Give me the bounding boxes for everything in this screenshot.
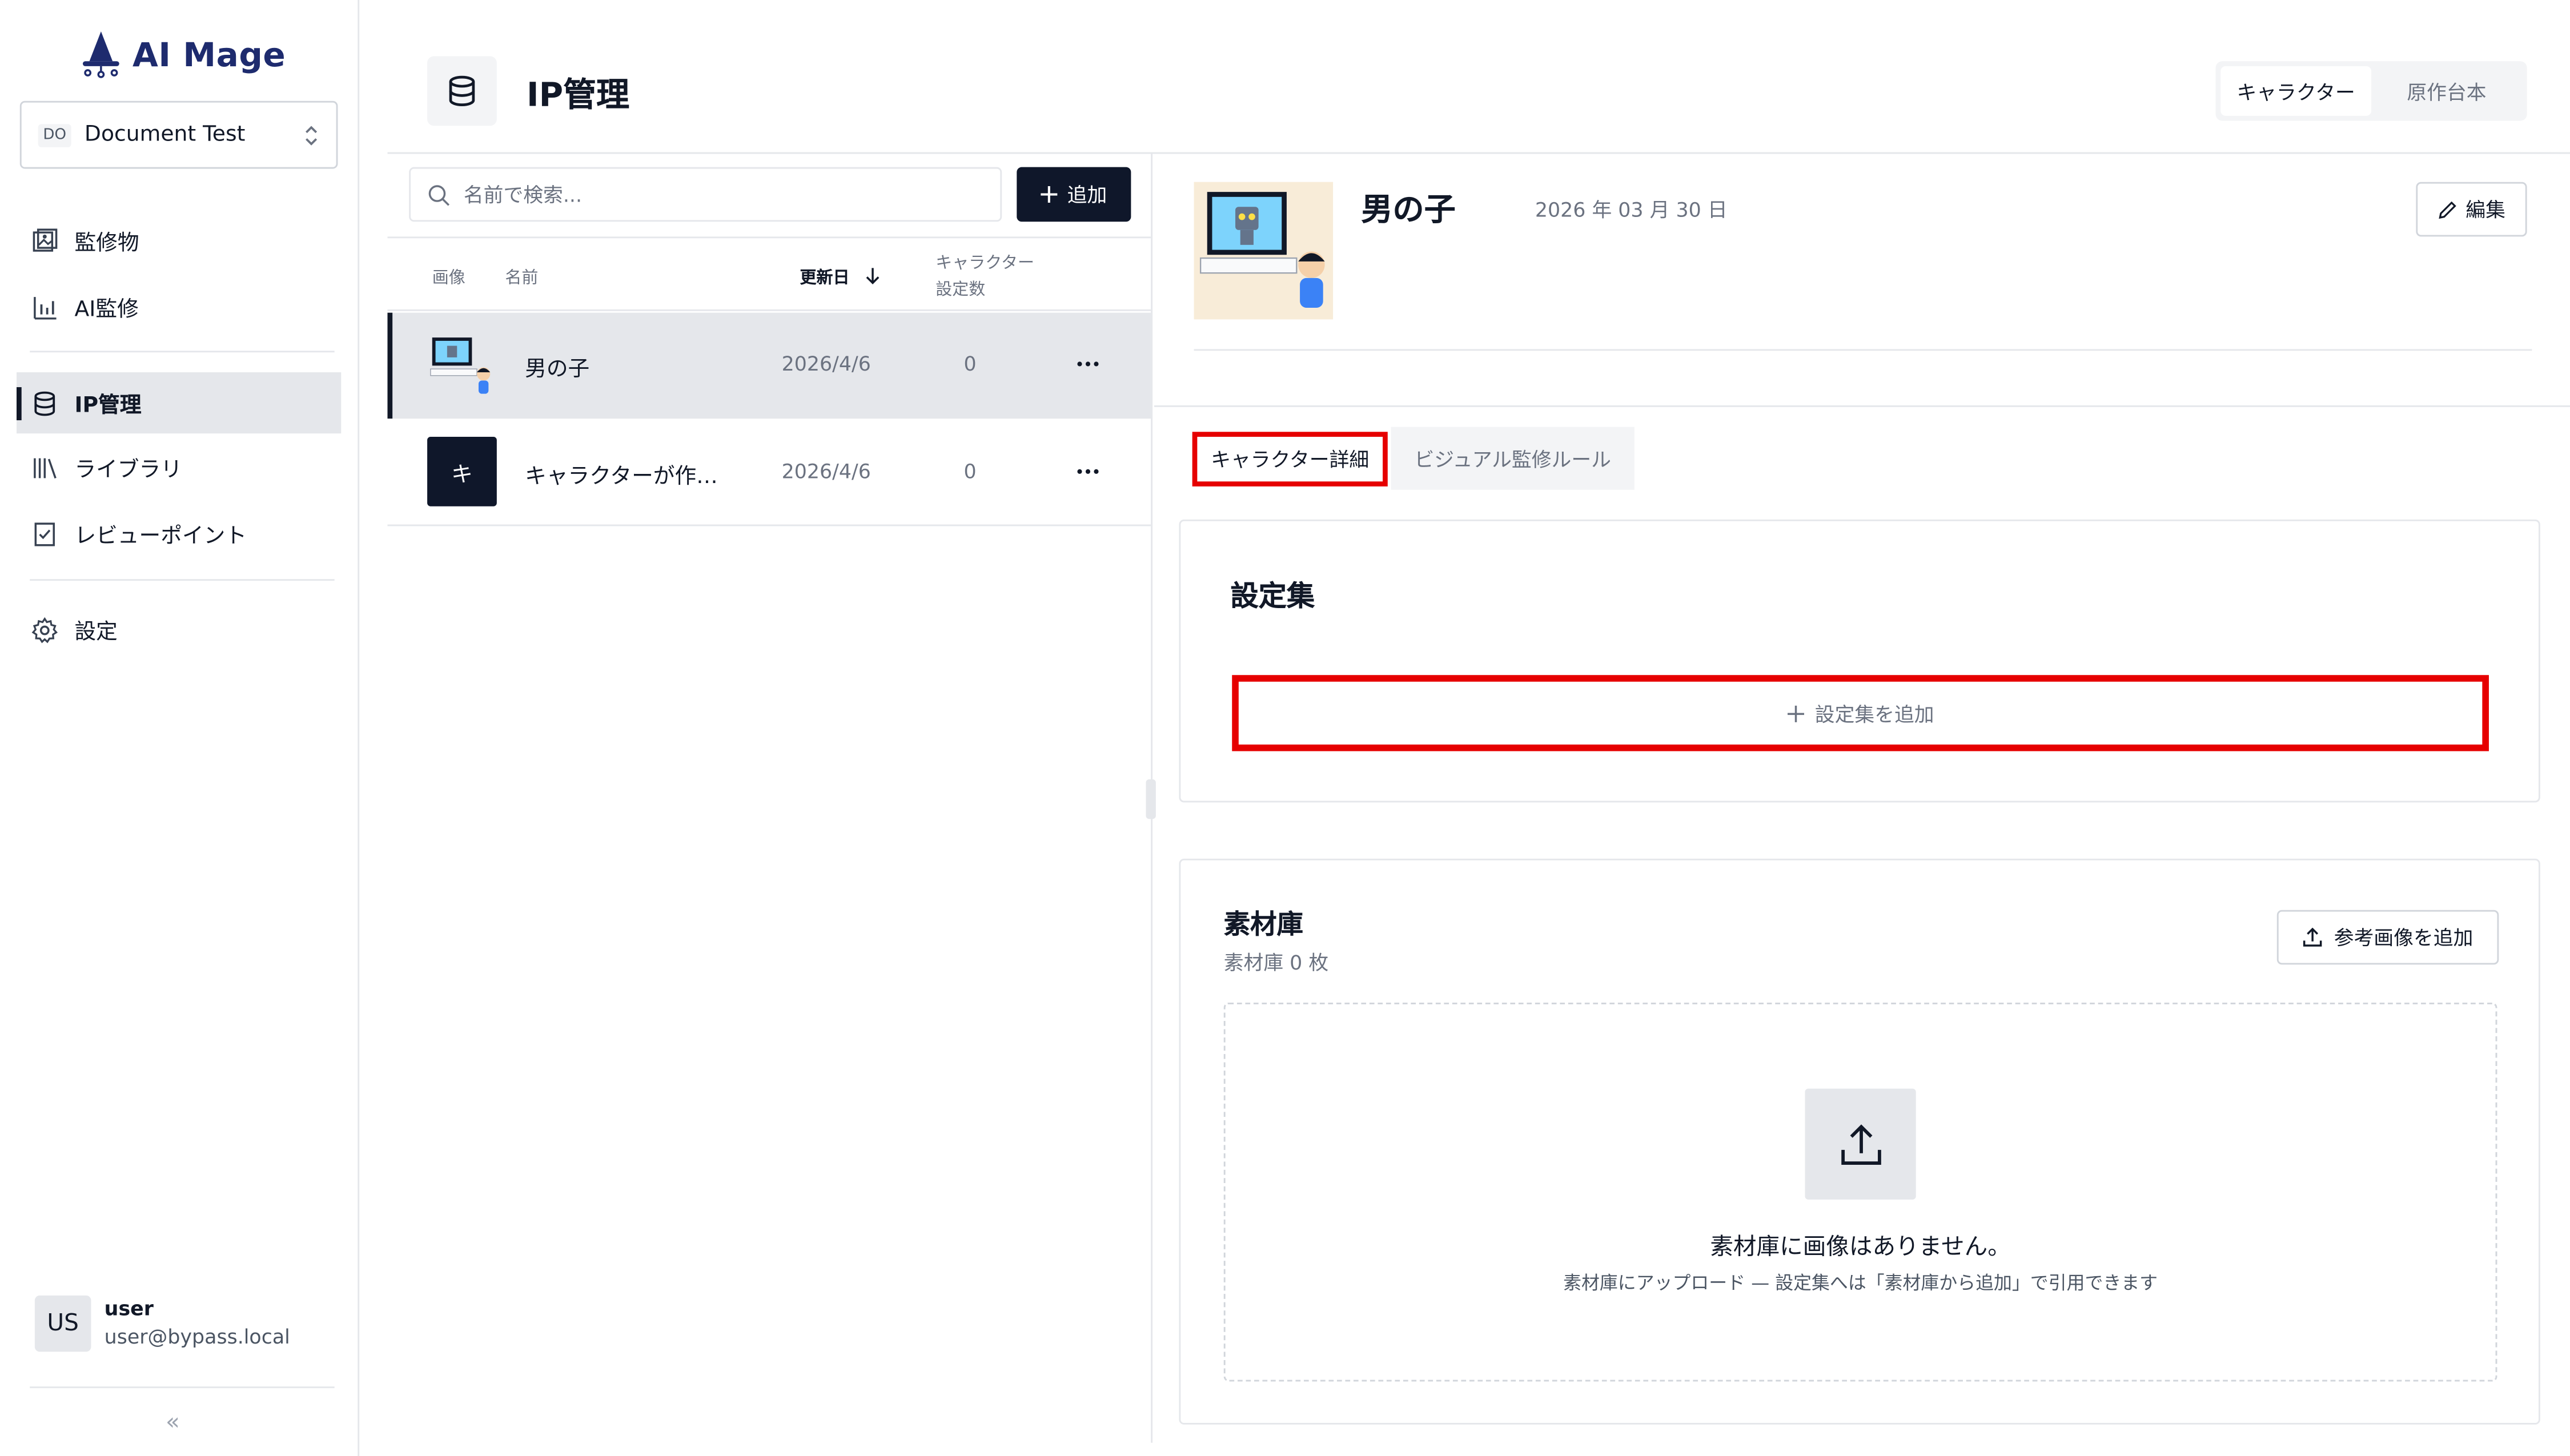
- column-count-line1: キャラクター: [935, 255, 1035, 273]
- wizard-hat-icon: [82, 31, 119, 78]
- plus-icon: [1787, 705, 1804, 722]
- more-options-icon[interactable]: [1077, 468, 1100, 475]
- resize-handle[interactable]: [1146, 779, 1156, 819]
- workspace-selector[interactable]: DO Document Test: [19, 100, 338, 169]
- edit-button[interactable]: 編集: [2416, 182, 2527, 237]
- upload-icon-box: [1805, 1088, 1916, 1200]
- avatar[interactable]: US: [34, 1295, 91, 1352]
- active-indicator: [16, 387, 22, 421]
- add-settings-collection-button[interactable]: 設定集を追加: [1232, 675, 2489, 751]
- gear-icon: [31, 616, 58, 643]
- sidebar-item-label: IP管理: [74, 393, 142, 419]
- plus-icon: [1041, 186, 1058, 203]
- database-icon: [34, 391, 55, 415]
- sidebar-item-label: AI監修: [74, 297, 139, 323]
- database-icon: [449, 75, 475, 106]
- bar-chart-icon: [34, 296, 57, 319]
- upload-icon: [1840, 1123, 1881, 1164]
- detail-divider: [1154, 405, 2570, 407]
- sidebar-item-label: 設定: [74, 620, 118, 646]
- tab-original-scripts[interactable]: 原作台本: [2371, 66, 2522, 116]
- boy-watching-tv-illustration: [1194, 182, 1334, 320]
- sidebar-item-works[interactable]: 監修物: [17, 210, 341, 271]
- sidebar-divider: [30, 351, 335, 353]
- selected-row-indicator: [387, 312, 393, 419]
- user-name: user: [104, 1297, 154, 1321]
- empty-state-subtitle: 素材庫にアップロード — 設定集へは「素材庫から追加」で引用できます: [1563, 1272, 2158, 1294]
- detail-divider: [1194, 349, 2532, 351]
- row-count: 0: [963, 352, 977, 376]
- materials-title: 素材庫: [1223, 908, 1303, 940]
- header-divider: [387, 152, 2570, 154]
- page-icon: [427, 56, 497, 126]
- checklist-icon: [34, 521, 55, 546]
- add-button-label: 追加: [1067, 183, 1107, 207]
- tab-visual-review-rules[interactable]: ビジュアル監修ルール: [1391, 427, 1635, 490]
- column-name[interactable]: 名前: [505, 263, 538, 288]
- more-options-icon[interactable]: [1077, 361, 1100, 368]
- edit-button-label: 編集: [2465, 198, 2505, 222]
- workspace-name: Document Test: [84, 122, 246, 147]
- settings-collection-card: [1179, 519, 2540, 803]
- row-name: 男の子: [525, 357, 590, 383]
- upload-icon: [2304, 927, 2323, 947]
- sidebar-item-ip-management[interactable]: IP管理: [16, 372, 342, 434]
- character-date: 2026 年 03 月 30 日: [1535, 198, 1728, 222]
- logo-text: AI Mage: [132, 34, 286, 75]
- sidebar-divider: [30, 579, 335, 581]
- image-frame-icon: [33, 228, 58, 251]
- empty-state-title: 素材庫に画像はありません。: [1710, 1234, 2011, 1261]
- pencil-icon: [2439, 200, 2456, 218]
- library-icon: [34, 457, 57, 478]
- search-icon: [428, 184, 449, 206]
- app-logo[interactable]: AI Mage: [79, 26, 295, 83]
- add-reference-image-button[interactable]: 参考画像を追加: [2276, 910, 2499, 965]
- row-name: キャラクターが作…: [525, 465, 718, 490]
- character-image: [1194, 182, 1334, 320]
- table-row[interactable]: 男の子 2026/4/6 0: [387, 312, 1151, 419]
- sidebar-item-label: ライブラリ: [74, 458, 182, 484]
- search-box[interactable]: [409, 167, 1002, 222]
- user-email: user@bypass.local: [104, 1325, 290, 1349]
- add-reference-label: 参考画像を追加: [2334, 926, 2473, 950]
- sidebar-item-label: レビューポイント: [74, 524, 247, 550]
- sort-desc-icon[interactable]: [865, 267, 881, 285]
- character-initial-thumbnail: キ: [427, 436, 497, 506]
- column-updated[interactable]: 更新日: [800, 263, 849, 288]
- view-switcher: キャラクター 原作台本: [2215, 61, 2527, 121]
- character-name: 男の子: [1361, 192, 1456, 228]
- add-character-button[interactable]: 追加: [1017, 167, 1131, 222]
- table-row[interactable]: キ キャラクターが作… 2026/4/6 0: [387, 420, 1151, 526]
- row-count: 0: [963, 460, 977, 484]
- sidebar-divider: [30, 1386, 335, 1389]
- chevron-up-down-icon: [306, 125, 318, 145]
- collapse-sidebar-button[interactable]: «: [166, 1410, 180, 1436]
- row-date: 2026/4/6: [781, 352, 871, 376]
- tab-character-details[interactable]: キャラクター詳細: [1192, 432, 1388, 486]
- add-settings-label: 設定集を追加: [1814, 702, 1934, 726]
- workspace-badge: DO: [38, 123, 71, 147]
- sidebar-item-library[interactable]: ライブラリ: [17, 437, 341, 498]
- character-thumbnail: [427, 331, 497, 401]
- sidebar-item-settings[interactable]: 設定: [17, 599, 341, 660]
- settings-collection-title: 設定集: [1230, 581, 1315, 614]
- materials-count: 素材庫 0 枚: [1223, 951, 1329, 975]
- page-title: IP管理: [527, 74, 630, 114]
- sidebar-item-review-points[interactable]: レビューポイント: [17, 503, 341, 564]
- boy-watching-tv-illustration: [427, 331, 497, 401]
- search-input[interactable]: [463, 183, 984, 206]
- sidebar-item-label: 監修物: [74, 231, 139, 257]
- tab-characters[interactable]: キャラクター: [2220, 66, 2372, 116]
- column-image: 画像: [432, 270, 465, 288]
- column-count-line2: 設定数: [935, 281, 986, 300]
- sidebar-item-ai-review[interactable]: AI監修: [17, 276, 341, 337]
- row-date: 2026/4/6: [781, 460, 871, 484]
- table-header: 画像 名前 更新日 キャラクター 設定数: [387, 236, 1151, 311]
